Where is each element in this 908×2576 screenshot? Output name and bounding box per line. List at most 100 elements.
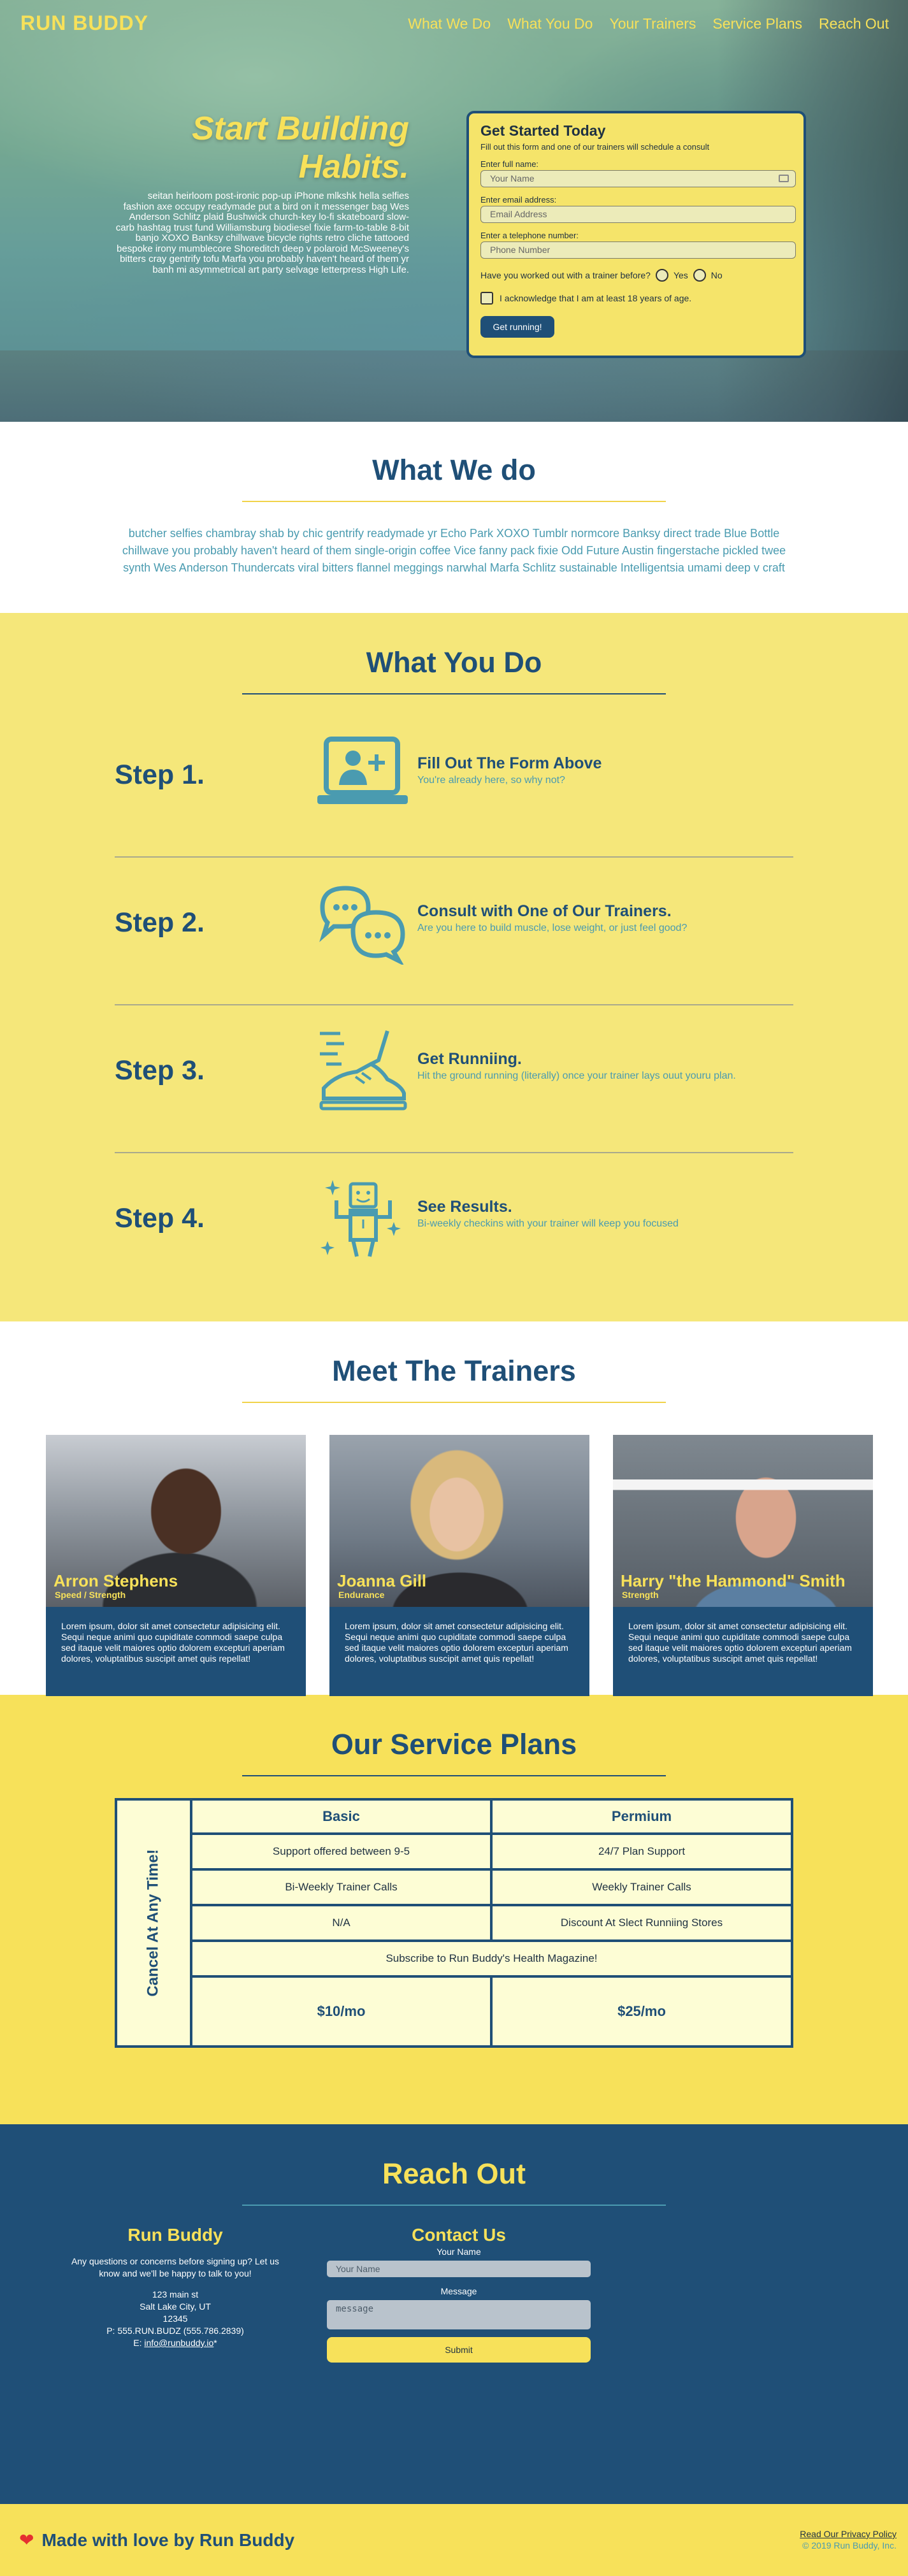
name-label: Enter full name:: [480, 159, 539, 169]
phone-label: Enter a telephone number:: [480, 231, 579, 240]
step-1: Step 1. Fill Out The Form Above You're a…: [115, 709, 793, 856]
premium-plan-feature: Discount At Slect Runniing Stores: [493, 1906, 791, 1942]
trainers-title: Meet The Trainers: [332, 1355, 576, 1387]
step-description: Are you here to build muscle, lose weigh…: [417, 923, 688, 933]
what-we-do-title: What We do: [372, 454, 536, 486]
contact-intro: Any questions or concerns before signing…: [71, 2256, 280, 2278]
service-plans-section: Our Service Plans Cancel At Any Time! Ba…: [0, 1695, 908, 2124]
step-heading: Consult with One of Our Trainers.: [417, 902, 672, 920]
email-prefix: E:: [133, 2338, 145, 2348]
privacy-policy-link[interactable]: Read Our Privacy Policy: [800, 2529, 897, 2539]
email-label: Enter email address:: [480, 195, 557, 205]
address-street: 123 main st: [152, 2289, 199, 2299]
phone-placeholder: Phone Number: [490, 245, 551, 255]
step-description: You're already here, so why not?: [417, 775, 565, 786]
autofill-card-icon[interactable]: [779, 175, 789, 182]
basic-plan-header: Basic: [192, 1801, 493, 1835]
nav-link-service-plans[interactable]: Service Plans: [712, 15, 802, 32]
premium-plan-header: Permium: [493, 1801, 791, 1835]
contact-form-title: Contact Us: [412, 2225, 506, 2245]
trainer-photo: Arron Stephens Speed / Strength: [46, 1435, 306, 1607]
contact-name-placeholder: Your Name: [336, 2264, 380, 2274]
cancel-anytime-label: Cancel At Any Time!: [117, 1801, 192, 2045]
age-ack-checkbox[interactable]: [480, 292, 493, 305]
phone-input[interactable]: Phone Number: [480, 241, 796, 259]
footer-love-text: Made with love by Run Buddy: [41, 2529, 295, 2550]
what-you-do-section: What You Do Step 1. Fill Out The Form Ab…: [0, 613, 908, 1321]
get-running-button[interactable]: Get running!: [480, 316, 554, 338]
age-ack-label: I acknowledge that I am at least 18 year…: [500, 293, 692, 303]
step-description: Bi-weekly checkins with your trainer wil…: [417, 1218, 679, 1229]
hero-title-line-2: Habits.: [298, 148, 409, 185]
contact-message-textarea[interactable]: message: [327, 2300, 591, 2329]
hero-section: RUN BUDDY What We Do What You Do Your Tr…: [0, 0, 908, 422]
nav-links: What We Do What You Do Your Trainers Ser…: [408, 15, 889, 32]
company-phone: P: 555.RUN.BUDZ (555.786.2839): [106, 2326, 244, 2336]
footer-love-message: ❤ Made with love by Run Buddy: [19, 2529, 294, 2551]
hero-copy: Start Building Habits. seitan heirloom p…: [115, 110, 409, 275]
nav-link-your-trainers[interactable]: Your Trainers: [609, 15, 696, 32]
address-zip: 12345: [162, 2313, 188, 2324]
no-radio[interactable]: [693, 269, 706, 282]
title-divider: [242, 501, 666, 502]
basic-plan-feature: Bi-Weekly Trainer Calls: [192, 1871, 493, 1906]
trainer-name: Harry "the Hammond" Smith: [621, 1571, 846, 1590]
title-divider: [242, 2205, 666, 2206]
step-heading: Get Runniing.: [417, 1050, 522, 1068]
premium-plan-price: $25/mo: [617, 2003, 666, 2019]
hero-title-line-1: Start Building: [192, 110, 409, 147]
email-input[interactable]: Email Address: [480, 206, 796, 223]
laptop-add-user-icon: [317, 734, 408, 817]
contact-message-label: Message: [440, 2286, 477, 2296]
full-name-input[interactable]: Your Name: [480, 170, 796, 187]
what-you-do-title: What You Do: [366, 646, 542, 679]
company-email-link[interactable]: info@runbuddy.io: [144, 2338, 213, 2348]
step-description: Hit the ground running (literally) once …: [417, 1070, 736, 1081]
step-3: Step 3. Get Runniing. Hit the ground run…: [115, 1004, 793, 1152]
trainer-photo: Joanna Gill Endurance: [329, 1435, 589, 1607]
hero-title: Start Building Habits.: [115, 110, 409, 186]
basic-plan-feature: N/A: [192, 1906, 493, 1942]
step-4: Step 4. See Results. Bi-weekly checkins …: [115, 1152, 793, 1300]
step-label: Step 1.: [115, 759, 205, 790]
email-placeholder: Email Address: [490, 209, 547, 219]
reach-out-title: Reach Out: [382, 2157, 526, 2190]
age-ack-row: I acknowledge that I am at least 18 year…: [480, 292, 792, 305]
trainer-cards: Arron Stephens Speed / Strength Lorem ip…: [46, 1435, 908, 1696]
trainer-specialty: Strength: [622, 1590, 659, 1600]
premium-plan-feature: 24/7 Plan Support: [493, 1835, 791, 1871]
heart-icon: ❤: [19, 2530, 34, 2550]
reach-out-body: Run Buddy Any questions or concerns befo…: [0, 2225, 908, 2429]
nav-link-reach-out[interactable]: Reach Out: [819, 15, 889, 32]
contact-message-placeholder: message: [336, 2304, 374, 2314]
plans-table: Cancel At Any Time! Basic Permium Suppor…: [115, 1798, 793, 2048]
step-heading: Fill Out The Form Above: [417, 754, 602, 772]
service-plans-title: Our Service Plans: [331, 1728, 577, 1760]
brand-logo[interactable]: RUN BUDDY: [20, 11, 148, 35]
premium-plan-feature: Weekly Trainer Calls: [493, 1871, 791, 1906]
contact-name-input[interactable]: Your Name: [327, 2261, 591, 2277]
signup-subtitle: Fill out this form and one of our traine…: [480, 142, 710, 152]
trainer-name: Joanna Gill: [337, 1571, 427, 1590]
cancel-anytime-text: Cancel At Any Time!: [145, 1849, 162, 1997]
trainer-photo: Harry "the Hammond" Smith Strength: [613, 1435, 873, 1607]
worked-out-question: Have you worked out with a trainer befor…: [480, 270, 651, 280]
strong-person-icon: [317, 1177, 408, 1260]
title-divider: [242, 1775, 666, 1776]
yes-label: Yes: [673, 270, 688, 280]
signup-title: Get Started Today: [480, 122, 606, 139]
nav-link-what-we-do[interactable]: What We Do: [408, 15, 491, 32]
trainer-bio: Lorem ipsum, dolor sit amet consectetur …: [46, 1607, 306, 1696]
hero-text: seitan heirloom post-ironic pop-up iPhon…: [115, 191, 409, 275]
chat-bubbles-icon: [317, 882, 408, 967]
contact-form: Contact Us Your Name Your Name Message m…: [327, 2225, 591, 2363]
what-we-do-text: butcher selfies chambray shab by chic ge…: [122, 527, 786, 574]
email-suffix: *: [213, 2338, 217, 2348]
yes-radio[interactable]: [655, 269, 668, 282]
trainer-name: Arron Stephens: [54, 1571, 178, 1590]
trainer-card-harry: Harry "the Hammond" Smith Strength Lorem…: [613, 1435, 873, 1696]
page-footer: ❤ Made with love by Run Buddy Read Our P…: [0, 2504, 908, 2576]
trainer-bio: Lorem ipsum, dolor sit amet consectetur …: [613, 1607, 873, 1696]
contact-submit-button[interactable]: Submit: [327, 2337, 591, 2363]
nav-link-what-you-do[interactable]: What You Do: [507, 15, 593, 32]
